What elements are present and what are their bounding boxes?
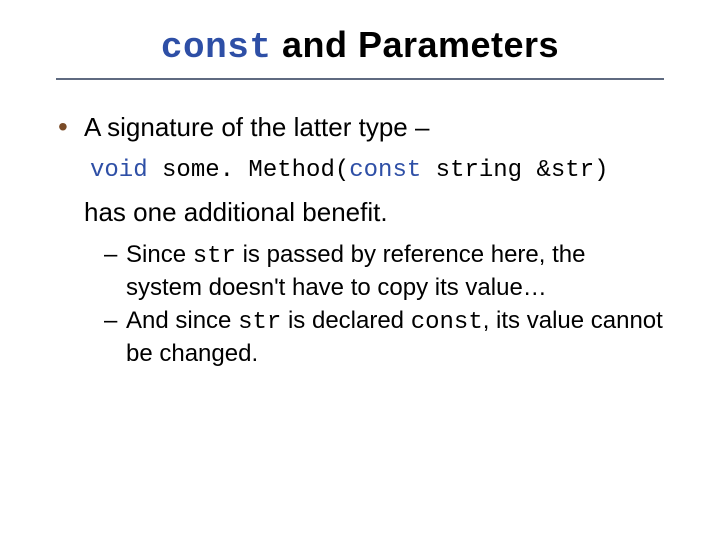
code-const: const: [349, 157, 421, 184]
bullet-list: A signature of the latter type – void so…: [56, 110, 664, 369]
code-rest: string &str): [421, 157, 608, 184]
sub2-const: const: [411, 309, 483, 336]
bullet-item: A signature of the latter type – void so…: [56, 110, 664, 369]
title-keyword: const: [161, 27, 272, 68]
bullet-lead: A signature of the latter type –: [84, 110, 664, 145]
title-rest: and Parameters: [271, 24, 559, 65]
sub2-p1: And since: [126, 307, 238, 334]
sub-item-2: And since str is declared const, its val…: [104, 305, 664, 369]
sub1-str: str: [193, 243, 236, 270]
code-method-open: some. Method(: [148, 157, 350, 184]
sub-item-1: Since str is passed by reference here, t…: [104, 239, 664, 303]
slide-title: const and Parameters: [56, 24, 664, 68]
sub2-p3: is declared: [281, 307, 410, 334]
sub1-p1: Since: [126, 241, 193, 268]
title-underline: [56, 78, 664, 80]
code-signature: void some. Method(const string &str): [90, 155, 664, 187]
code-void: void: [90, 157, 148, 184]
sub-list: Since str is passed by reference here, t…: [84, 239, 664, 370]
sub2-str: str: [238, 309, 281, 336]
bullet-continuation: has one additional benefit.: [84, 195, 664, 230]
